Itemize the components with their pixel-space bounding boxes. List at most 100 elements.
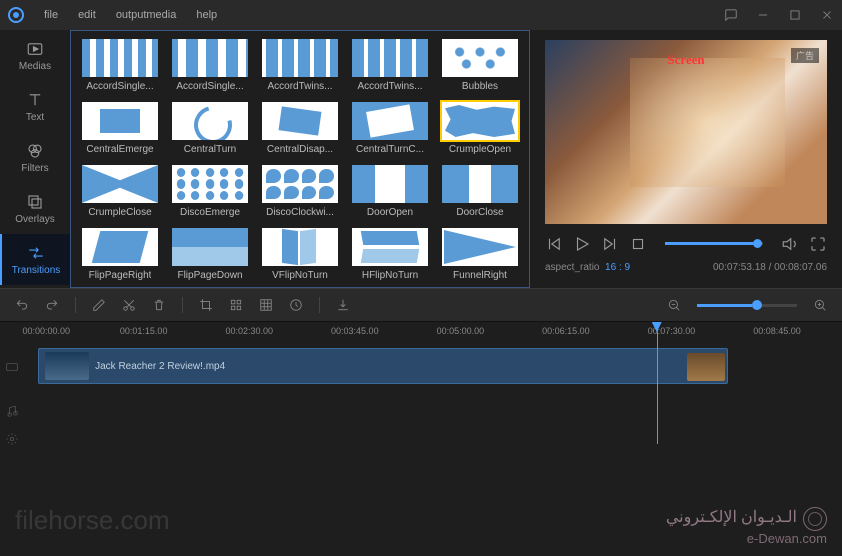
left-toolbar: Medias Text Filters Overlays Transitions <box>0 30 70 288</box>
video-track[interactable]: Jack Reacher 2 Review!.mp4 <box>30 348 842 388</box>
overlays-icon <box>26 193 44 211</box>
tool-filters[interactable]: Filters <box>0 132 70 183</box>
transition-thumb-icon <box>442 165 518 203</box>
transition-item[interactable]: VFlipNoTurn <box>259 228 341 281</box>
volume-slider[interactable] <box>665 242 763 245</box>
undo-button[interactable] <box>15 298 29 312</box>
transition-label: AccordSingle... <box>86 81 153 92</box>
transition-thumb-icon <box>172 165 248 203</box>
ruler-tick: 00:03:45.00 <box>331 326 379 336</box>
fullscreen-icon[interactable] <box>809 235 827 253</box>
ruler-tick: 00:06:15.00 <box>542 326 590 336</box>
menu-outputmedia[interactable]: outputmedia <box>106 9 187 21</box>
transition-label: AccordSingle... <box>176 81 243 92</box>
tool-overlays[interactable]: Overlays <box>0 183 70 234</box>
transition-thumb-icon <box>172 39 248 77</box>
delete-button[interactable] <box>152 298 166 312</box>
tool-transitions[interactable]: Transitions <box>0 234 70 285</box>
crop-button[interactable] <box>199 298 213 312</box>
transition-item[interactable]: AccordSingle... <box>169 39 251 92</box>
zoom-out-button[interactable] <box>667 298 681 312</box>
zoom-in-button[interactable] <box>813 298 827 312</box>
transition-item[interactable]: CrumpleClose <box>79 165 161 218</box>
audio-track[interactable] <box>30 392 842 416</box>
close-icon[interactable] <box>820 8 834 22</box>
transition-item[interactable]: CrumpleOpen <box>439 102 521 155</box>
watermark-filehorse: filehorse.com <box>15 505 170 536</box>
video-track-icon <box>5 360 19 374</box>
timeline[interactable]: 00:00:00.00 00:01:15.00 00:02:30.00 00:0… <box>0 322 842 444</box>
ruler-tick: 00:01:15.00 <box>120 326 168 336</box>
timeline-clip[interactable]: Jack Reacher 2 Review!.mp4 <box>38 348 728 384</box>
preview-video[interactable]: Screen 广告 <box>545 40 827 224</box>
transition-label: CentralDisap... <box>267 144 333 155</box>
transition-label: HFlipNoTurn <box>362 270 418 281</box>
grid-button[interactable] <box>259 298 273 312</box>
redo-button[interactable] <box>45 298 59 312</box>
zoom-slider[interactable] <box>697 304 797 307</box>
transition-item[interactable]: DoorOpen <box>349 165 431 218</box>
duration-button[interactable] <box>289 298 303 312</box>
menu-edit[interactable]: edit <box>68 9 106 21</box>
watermark-edewan: الـديـوان الإلكـتروني e-Dewan.com <box>666 507 827 546</box>
transition-item[interactable]: CentralTurnC... <box>349 102 431 155</box>
transition-item[interactable]: FunnelRight <box>439 228 521 281</box>
transition-thumb-icon <box>262 228 338 266</box>
playhead[interactable] <box>657 322 658 444</box>
export-button[interactable] <box>336 298 350 312</box>
edit-button[interactable] <box>92 298 106 312</box>
text-icon <box>26 91 44 109</box>
menu-file[interactable]: file <box>34 9 68 21</box>
stop-button[interactable] <box>629 235 647 253</box>
aspect-ratio-label: aspect_ratio 16 : 9 <box>545 262 630 273</box>
tool-text-label: Text <box>26 112 44 123</box>
transition-thumb-icon <box>262 165 338 203</box>
transition-item[interactable]: DiscoEmerge <box>169 165 251 218</box>
ruler-tick: 00:05:00.00 <box>437 326 485 336</box>
time-display: 00:07:53.18 / 00:08:07.06 <box>713 262 827 273</box>
transition-item[interactable]: AccordTwins... <box>259 39 341 92</box>
transition-item[interactable]: CentralTurn <box>169 102 251 155</box>
ad-badge: 广告 <box>791 48 819 63</box>
effects-track-icon <box>5 432 19 446</box>
transition-label: CentralEmerge <box>86 144 153 155</box>
transition-item[interactable]: FlipPageRight <box>79 228 161 281</box>
transition-label: CrumpleOpen <box>449 144 511 155</box>
transition-thumb-icon <box>82 228 158 266</box>
maximize-icon[interactable] <box>788 8 802 22</box>
transition-item[interactable]: CentralEmerge <box>79 102 161 155</box>
tool-medias[interactable]: Medias <box>0 30 70 81</box>
app-logo-icon <box>8 7 24 23</box>
prev-button[interactable] <box>545 235 563 253</box>
play-button[interactable] <box>573 235 591 253</box>
transition-thumb-icon <box>442 39 518 77</box>
transition-item[interactable]: AccordTwins... <box>349 39 431 92</box>
cut-button[interactable] <box>122 298 136 312</box>
transition-item[interactable]: Bubbles <box>439 39 521 92</box>
volume-icon[interactable] <box>781 235 799 253</box>
transition-item[interactable]: AccordSingle... <box>79 39 161 92</box>
transition-label: FunnelRight <box>453 270 507 281</box>
mosaic-button[interactable] <box>229 298 243 312</box>
transition-item[interactable]: CentralDisap... <box>259 102 341 155</box>
transitions-grid: AccordSingle... AccordSingle... AccordTw… <box>70 30 530 288</box>
effects-track[interactable] <box>30 420 842 444</box>
transition-thumb-icon <box>352 228 428 266</box>
timeline-ruler[interactable]: 00:00:00.00 00:01:15.00 00:02:30.00 00:0… <box>30 326 842 344</box>
preview-overlay-text: Screen <box>667 52 704 68</box>
transition-item[interactable]: HFlipNoTurn <box>349 228 431 281</box>
transition-thumb-icon <box>172 102 248 140</box>
transition-item[interactable]: DoorClose <box>439 165 521 218</box>
tool-text[interactable]: Text <box>0 81 70 132</box>
filters-icon <box>26 142 44 160</box>
minimize-icon[interactable] <box>756 8 770 22</box>
feedback-icon[interactable] <box>724 8 738 22</box>
transition-item[interactable]: FlipPageDown <box>169 228 251 281</box>
transition-thumb-icon <box>262 102 338 140</box>
menu-help[interactable]: help <box>186 9 227 21</box>
transition-thumb-icon <box>352 39 428 77</box>
next-button[interactable] <box>601 235 619 253</box>
ruler-tick: 00:02:30.00 <box>225 326 273 336</box>
transition-label: FlipPageDown <box>177 270 242 281</box>
transition-item[interactable]: DiscoClockwi... <box>259 165 341 218</box>
